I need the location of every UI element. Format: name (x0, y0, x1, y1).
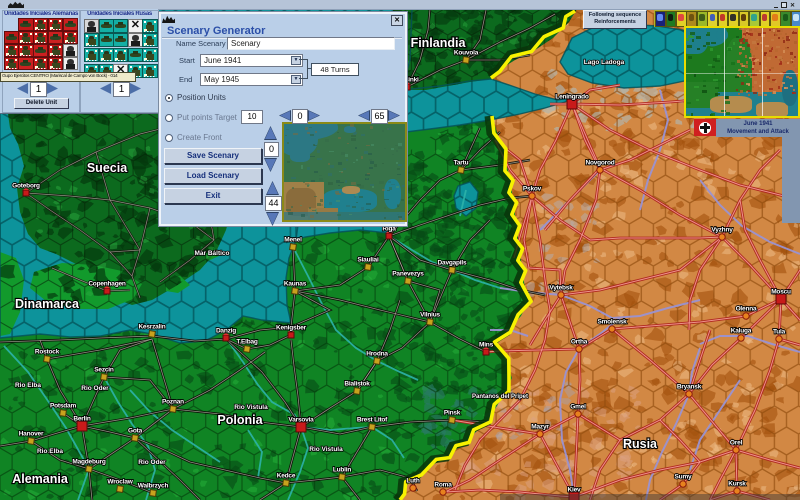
svg-text:Brest Litof: Brest Litof (357, 417, 388, 424)
svg-text:Lublin: Lublin (333, 467, 352, 474)
svg-text:Orel: Orel (730, 440, 743, 447)
svg-text:Varsovia: Varsovia (288, 417, 314, 424)
svg-text:Menel: Menel (284, 237, 302, 244)
svg-text:Kouvola: Kouvola (454, 50, 479, 57)
svg-text:Hrodna: Hrodna (366, 351, 388, 358)
svg-text:Rio Oder: Rio Oder (138, 459, 166, 466)
svg-text:Pantanos del Pripet: Pantanos del Pripet (472, 394, 528, 400)
svg-text:Ortha: Ortha (571, 339, 588, 346)
svg-text:Lago Ladoga: Lago Ladoga (584, 59, 625, 66)
svg-text:Dinamarca: Dinamarca (15, 297, 80, 311)
svg-text:Mazyr: Mazyr (531, 424, 549, 431)
svg-text:Vyzhny: Vyzhny (711, 227, 733, 234)
svg-text:Mar Báltico: Mar Báltico (194, 250, 229, 257)
svg-text:Polonia: Polonia (217, 413, 263, 427)
svg-text:Finlandia: Finlandia (411, 36, 467, 50)
svg-text:Vilnius: Vilnius (420, 312, 440, 319)
svg-text:Gota: Gota (128, 428, 143, 435)
svg-text:Pskov: Pskov (523, 186, 542, 193)
svg-text:Walbrzych: Walbrzych (138, 483, 169, 490)
svg-text:Rio Elba: Rio Elba (37, 448, 63, 455)
svg-text:Magdeburg: Magdeburg (72, 459, 105, 466)
svg-text:Roma: Roma (434, 482, 452, 489)
svg-text:Bialistok: Bialistok (344, 381, 370, 388)
svg-text:Moscu: Moscu (771, 289, 791, 296)
svg-text:Pinsk: Pinsk (444, 410, 461, 417)
svg-text:Tula: Tula (773, 329, 786, 336)
svg-text:Wroclaw: Wroclaw (107, 479, 133, 486)
svg-text:Novgorod: Novgorod (585, 160, 614, 167)
svg-text:Copenhagen: Copenhagen (88, 281, 126, 288)
svg-text:Smolensk: Smolensk (597, 319, 627, 326)
svg-text:Rio Elba: Rio Elba (15, 382, 41, 389)
svg-text:Kiev: Kiev (568, 487, 582, 494)
svg-text:Hanover: Hanover (19, 431, 44, 438)
svg-text:Olenna: Olenna (736, 306, 757, 313)
svg-text:Tartu: Tartu (454, 160, 469, 167)
svg-text:Luth: Luth (406, 478, 420, 485)
svg-text:Danzig: Danzig (216, 328, 236, 335)
svg-text:Kursk: Kursk (728, 481, 746, 488)
svg-text:Goteborg: Goteborg (12, 183, 40, 190)
svg-text:Siauliai: Siauliai (357, 257, 379, 264)
svg-text:Kesrzalin: Kesrzalin (138, 324, 165, 331)
svg-text:Sumy: Sumy (675, 474, 692, 481)
svg-text:Kaunas: Kaunas (284, 281, 307, 288)
svg-text:Sezcin: Sezcin (94, 367, 114, 374)
svg-text:Rostock: Rostock (35, 349, 60, 356)
svg-text:Poznan: Poznan (162, 399, 184, 406)
svg-text:Potsdam: Potsdam (50, 403, 76, 410)
svg-text:Vytebsk: Vytebsk (549, 285, 573, 292)
svg-text:Rio Vistula: Rio Vistula (309, 446, 343, 453)
svg-text:Panevezys: Panevezys (392, 271, 424, 278)
svg-text:Berlin: Berlin (73, 416, 90, 423)
svg-text:Kedce: Kedce (277, 473, 296, 480)
svg-text:Gmel: Gmel (570, 404, 586, 411)
svg-text:Suecia: Suecia (87, 161, 128, 175)
svg-text:Davgapils: Davgapils (438, 260, 467, 267)
svg-text:Rio Oder: Rio Oder (81, 385, 109, 392)
svg-text:Rusia: Rusia (623, 437, 658, 451)
svg-text:Kenigsber: Kenigsber (276, 325, 307, 332)
svg-text:T.Elbag: T.Elbag (236, 339, 258, 346)
svg-text:Bryansk: Bryansk (677, 384, 702, 391)
svg-text:Leningrado: Leningrado (555, 94, 589, 101)
svg-text:Rio Vistula: Rio Vistula (234, 404, 268, 411)
svg-text:Alemania: Alemania (12, 472, 69, 486)
svg-text:Mins: Mins (479, 342, 494, 349)
svg-text:Kaluga: Kaluga (731, 328, 752, 335)
